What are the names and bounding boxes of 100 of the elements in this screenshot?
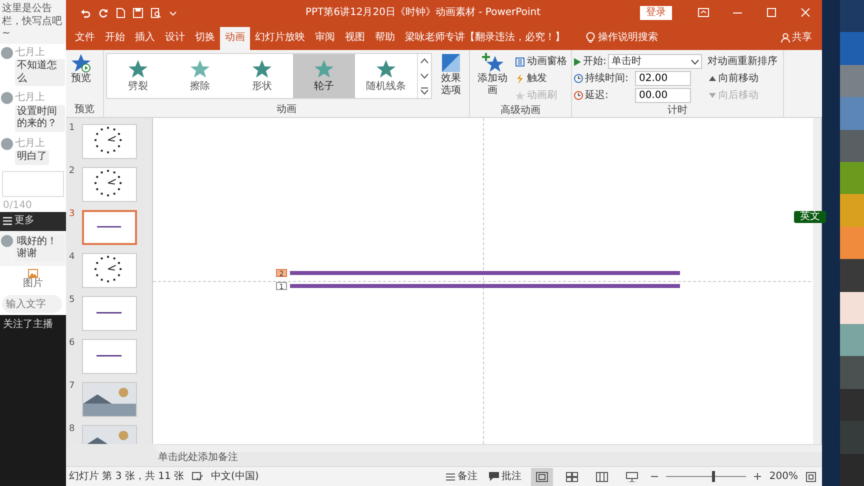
color-swatch[interactable] <box>840 32 864 65</box>
slide-thumbnail[interactable] <box>82 339 137 374</box>
chat-message: 设置时间的来的？ <box>15 104 65 132</box>
message-input[interactable] <box>2 170 64 196</box>
slider-thumb[interactable] <box>712 471 716 482</box>
color-swatch[interactable] <box>840 356 864 389</box>
scroll-down-icon[interactable] <box>420 72 429 80</box>
star-brush-icon <box>515 90 525 100</box>
ribbon-tab[interactable]: 视图 <box>340 27 370 50</box>
animation-effect[interactable]: 轮子 <box>293 54 355 98</box>
menu-icon <box>3 217 12 226</box>
slide-number: 5 <box>69 296 76 307</box>
save-icon[interactable] <box>133 8 143 18</box>
star-icon <box>314 58 334 78</box>
image-label[interactable]: 图片 <box>23 278 43 290</box>
ribbon-tab[interactable]: 文件 <box>70 27 100 50</box>
zoom-in-icon[interactable] <box>754 473 762 480</box>
login-button[interactable]: 登录 <box>640 6 672 20</box>
group-label: 计时 <box>666 104 688 118</box>
color-swatch[interactable] <box>840 324 864 356</box>
redo-icon[interactable] <box>98 8 108 18</box>
avatar <box>1 234 13 246</box>
notice-text: 这里是公告栏，快写点吧~ <box>0 0 66 44</box>
add-star-icon <box>482 53 504 73</box>
group-label: 动画 <box>276 103 298 117</box>
ribbon-display-icon[interactable] <box>698 7 708 18</box>
effect-options-icon <box>441 53 461 73</box>
start-select[interactable]: 单击时 <box>608 54 702 69</box>
chat-input[interactable]: 输入文字 <box>2 295 62 313</box>
more-icon[interactable] <box>420 86 429 95</box>
color-swatch[interactable] <box>840 421 864 454</box>
new-file-icon[interactable] <box>116 8 125 18</box>
delay-field[interactable]: 00.00 <box>635 88 691 103</box>
slide-thumbnail[interactable] <box>82 124 137 159</box>
avatar <box>1 92 13 104</box>
undo-icon[interactable] <box>80 8 90 18</box>
color-swatch[interactable] <box>840 130 864 162</box>
triangle-up-icon <box>709 76 716 81</box>
notes-icon <box>446 472 456 480</box>
notes-button[interactable]: 备注 <box>444 469 480 484</box>
share-button[interactable]: 共享 <box>792 30 812 45</box>
animation-command[interactable]: 动画窗格 <box>513 53 569 70</box>
ribbon-tab[interactable]: 梁咏老师专讲【翻录违法，必究！】 <box>400 27 570 50</box>
clock-icon <box>574 74 583 83</box>
slide-thumbnail[interactable] <box>82 296 137 331</box>
group-label: 预览 <box>74 103 96 117</box>
normal-view-icon[interactable] <box>536 472 548 482</box>
slide-thumbnail[interactable] <box>82 210 137 245</box>
print-preview-icon[interactable] <box>151 8 161 18</box>
reorder-title: 对动画重新排序 <box>707 54 778 69</box>
star-icon <box>190 58 210 78</box>
scrollbar[interactable] <box>156 444 822 452</box>
color-swatch[interactable] <box>840 454 864 486</box>
slideshow-icon[interactable] <box>626 472 638 482</box>
ribbon-tab[interactable]: 幻灯片放映 <box>250 27 310 50</box>
slide-number: 4 <box>69 253 76 264</box>
color-swatch[interactable] <box>840 97 864 130</box>
ribbon-tab[interactable]: 插入 <box>130 27 160 50</box>
maximize-icon[interactable] <box>766 7 776 18</box>
ribbon-tab[interactable]: 切换 <box>190 27 220 50</box>
reading-view-icon[interactable] <box>596 472 608 482</box>
ribbon-tab[interactable]: 帮助 <box>370 27 400 50</box>
slide-thumbnail[interactable] <box>82 382 137 417</box>
reorder-button[interactable]: 向前移动 <box>707 70 778 87</box>
zoom-level[interactable]: 200% <box>769 469 798 484</box>
chat-message: 不知道怎么 <box>15 59 65 86</box>
color-swatch[interactable] <box>840 64 864 98</box>
character-counter: 0/140 <box>2 200 33 212</box>
add-animation-button[interactable]: 添加动画 <box>472 53 513 104</box>
preview-button[interactable]: 预览 <box>68 53 94 103</box>
lightning-icon <box>515 74 525 84</box>
zoom-out-icon[interactable] <box>651 473 658 480</box>
color-swatch[interactable] <box>840 388 864 422</box>
slide-sorter-icon[interactable] <box>566 472 578 482</box>
close-icon[interactable] <box>800 7 810 18</box>
color-swatch[interactable] <box>840 292 864 324</box>
ribbon-tab[interactable]: 动画 <box>220 27 250 50</box>
scroll-up-icon[interactable] <box>420 57 429 66</box>
effect-options-button[interactable]: 效果选项 <box>435 53 467 103</box>
color-swatch[interactable] <box>840 259 864 292</box>
ribbon-tab[interactable]: 审阅 <box>310 27 340 50</box>
fit-window-icon[interactable] <box>806 472 816 482</box>
color-swatch[interactable] <box>840 194 864 227</box>
color-swatch[interactable] <box>840 0 864 32</box>
star-icon <box>128 58 148 78</box>
slide-thumbnail[interactable] <box>82 253 137 288</box>
user-name: 七月上 <box>15 92 46 104</box>
group-label: 高级动画 <box>500 104 542 118</box>
color-swatch[interactable] <box>840 226 864 260</box>
ribbon-tab[interactable]: 开始 <box>100 27 130 50</box>
duration-field[interactable]: 02.00 <box>635 71 691 86</box>
user-name: 七月上 <box>15 138 46 150</box>
animation-command[interactable]: 触发 <box>513 70 569 87</box>
comments-button[interactable]: 批注 <box>487 469 524 484</box>
slide-thumbnail[interactable] <box>82 167 137 202</box>
play-icon <box>574 58 581 66</box>
star-icon <box>252 58 272 78</box>
ribbon-tab[interactable]: 设计 <box>160 27 190 50</box>
color-swatch[interactable] <box>840 162 864 194</box>
search-link[interactable]: 操作说明搜索 <box>598 30 658 45</box>
